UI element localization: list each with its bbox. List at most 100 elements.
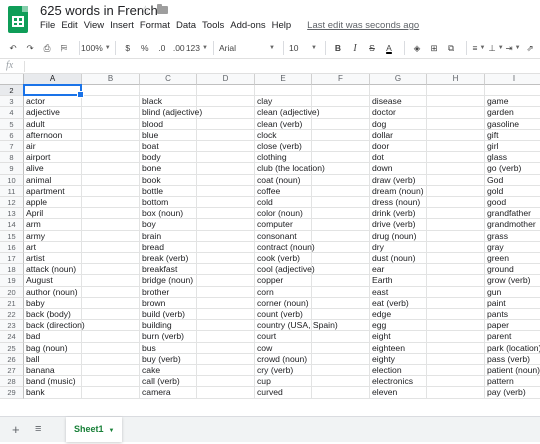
cell-g22[interactable]: edge — [370, 309, 427, 321]
row-header[interactable]: 9 — [0, 163, 24, 175]
cell-g7[interactable]: door — [370, 141, 427, 153]
cell-b16[interactable] — [82, 241, 140, 253]
cell-h9[interactable] — [427, 163, 485, 175]
vertical-align-icon[interactable]: ⊥ ▼ — [488, 40, 503, 56]
cell-i25[interactable]: park (location) — [485, 343, 540, 354]
cell-c20[interactable]: brother — [140, 286, 197, 298]
cell-f25[interactable] — [312, 342, 370, 354]
cell-b22[interactable] — [82, 309, 140, 321]
sheets-logo-icon[interactable] — [8, 6, 28, 33]
cell-b21[interactable] — [82, 297, 140, 309]
row-header[interactable]: 26 — [0, 353, 24, 365]
cell-e8[interactable]: clothing — [255, 152, 312, 164]
cell-c25[interactable]: bus — [140, 342, 197, 354]
cell-h23[interactable] — [427, 320, 485, 332]
menu-addons[interactable]: Add-ons — [230, 20, 265, 31]
increase-decimal-button[interactable]: .00 — [172, 40, 186, 56]
cell-d26[interactable] — [197, 353, 255, 365]
horizontal-align-icon[interactable]: ≡ ▼ — [472, 40, 486, 56]
row-header[interactable]: 17 — [0, 253, 24, 265]
cell-b8[interactable] — [82, 152, 140, 164]
cell-a26[interactable]: ball — [24, 353, 82, 365]
add-sheet-button[interactable]: + — [12, 422, 20, 437]
cell-a4[interactable]: adjective — [24, 107, 82, 119]
cell-g2[interactable] — [370, 85, 427, 97]
cell-b4[interactable] — [82, 107, 140, 119]
bold-button[interactable]: B — [331, 40, 345, 56]
decrease-decimal-button[interactable]: .0 — [155, 40, 169, 56]
cell-f12[interactable] — [312, 197, 370, 209]
row-header[interactable]: 2 — [0, 85, 24, 97]
menu-file[interactable]: File — [40, 20, 55, 31]
cell-e24[interactable]: court — [255, 331, 312, 343]
row-header[interactable]: 8 — [0, 152, 24, 164]
text-color-button[interactable]: A — [382, 40, 396, 56]
cell-b27[interactable] — [82, 365, 140, 377]
last-edit-link[interactable]: Last edit was seconds ago — [307, 20, 419, 31]
cell-d20[interactable] — [197, 286, 255, 298]
cell-g24[interactable]: eight — [370, 331, 427, 343]
cell-b6[interactable] — [82, 129, 140, 141]
cell-i20[interactable]: gun — [485, 287, 540, 298]
cell-c3[interactable]: black — [140, 96, 197, 108]
row-header[interactable]: 7 — [0, 141, 24, 153]
cell-c4[interactable]: blind (adjective) — [140, 107, 202, 119]
folder-icon[interactable] — [157, 4, 168, 14]
cell-f26[interactable] — [312, 353, 370, 365]
cell-e20[interactable]: corn — [255, 286, 312, 298]
cell-a11[interactable]: apartment — [24, 185, 82, 197]
cell-f8[interactable] — [312, 152, 370, 164]
cell-c8[interactable]: body — [140, 152, 197, 164]
row-header[interactable]: 24 — [0, 331, 24, 343]
cell-e26[interactable]: crowd (noun) — [255, 353, 312, 365]
cell-c17[interactable]: break (verb) — [140, 253, 197, 265]
star-icon[interactable]: ☆ — [140, 3, 151, 17]
cell-a3[interactable]: actor — [24, 96, 82, 108]
sheet-tab-sheet1[interactable]: Sheet1 ▼ — [66, 417, 123, 442]
cell-a17[interactable]: artist — [24, 253, 82, 265]
row-header[interactable]: 20 — [0, 286, 24, 298]
cell-i9[interactable]: go (verb) — [485, 163, 540, 175]
cell-i27[interactable]: patient (noun) — [485, 365, 540, 377]
cell-c29[interactable]: camera — [140, 387, 197, 399]
cell-g4[interactable]: doctor — [370, 107, 427, 119]
cell-a8[interactable]: airport — [24, 152, 82, 164]
cell-g21[interactable]: eat (verb) — [370, 297, 427, 309]
cell-c6[interactable]: blue — [140, 129, 197, 141]
cell-e29[interactable]: curved — [255, 387, 312, 399]
cell-c11[interactable]: bottle — [140, 185, 197, 197]
cell-e6[interactable]: clock — [255, 129, 312, 141]
cell-f16[interactable] — [312, 241, 370, 253]
cell-b20[interactable] — [82, 286, 140, 298]
cell-g18[interactable]: ear — [370, 264, 427, 276]
row-header[interactable]: 5 — [0, 118, 24, 130]
cell-g13[interactable]: drink (verb) — [370, 208, 427, 220]
cell-e5[interactable]: clean (verb) — [255, 118, 312, 130]
menu-data[interactable]: Data — [176, 20, 196, 31]
percent-format-button[interactable]: % — [138, 40, 152, 56]
cell-d5[interactable] — [197, 118, 255, 130]
cell-c5[interactable]: blood — [140, 118, 197, 130]
cell-d18[interactable] — [197, 264, 255, 276]
cell-d21[interactable] — [197, 297, 255, 309]
cell-b9[interactable] — [82, 163, 140, 175]
cell-a7[interactable]: air — [24, 141, 82, 153]
cell-e13[interactable]: color (noun) — [255, 208, 312, 220]
row-header[interactable]: 11 — [0, 185, 24, 197]
cell-e2[interactable] — [255, 85, 312, 97]
cell-e18[interactable]: cool (adjective) — [255, 264, 315, 276]
row-header[interactable]: 25 — [0, 342, 24, 354]
cell-g5[interactable]: dog — [370, 118, 427, 130]
cell-c13[interactable]: box (noun) — [140, 208, 197, 220]
cell-d10[interactable] — [197, 174, 255, 186]
menu-edit[interactable]: Edit — [61, 20, 77, 31]
cell-h18[interactable] — [427, 264, 485, 276]
cell-d16[interactable] — [197, 241, 255, 253]
column-header-i[interactable]: I — [485, 74, 540, 85]
cell-c18[interactable]: breakfast — [140, 264, 197, 276]
cell-d14[interactable] — [197, 219, 255, 231]
cell-c22[interactable]: build (verb) — [140, 309, 197, 321]
cell-h25[interactable] — [427, 342, 485, 354]
spreadsheet-grid[interactable]: A B C D E F G H I 2 3 actor black clay disease game 4 adj… — [0, 74, 540, 416]
cell-h10[interactable] — [427, 174, 485, 186]
